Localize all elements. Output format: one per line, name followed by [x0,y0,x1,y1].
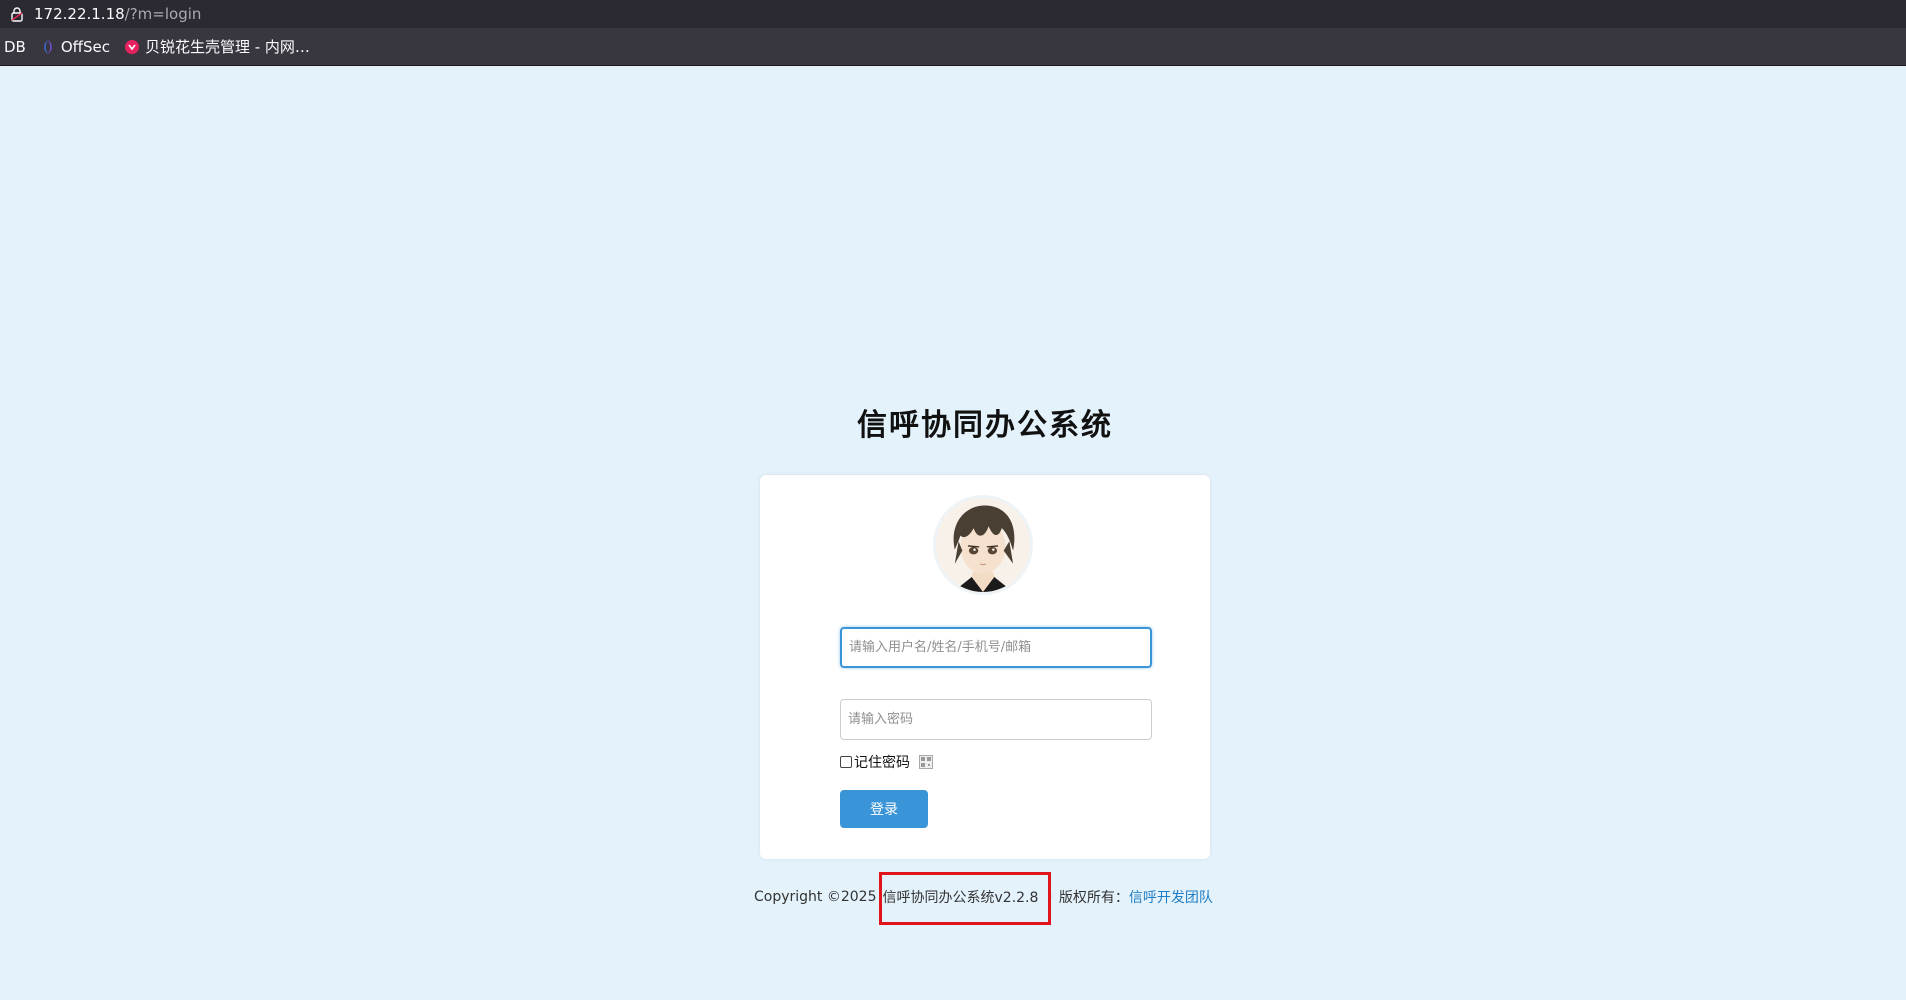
bookmark-label: DB [4,37,26,56]
login-button[interactable]: 登录 [840,790,928,828]
login-card: 记住密码 登录 [760,475,1210,859]
bookmark-db[interactable]: DB [4,38,26,56]
remember-checkbox[interactable] [840,756,852,768]
username-input[interactable] [840,627,1152,668]
bookmarks-toolbar: DB OffSec 贝锐花生壳管理 - 内网… [0,28,1906,66]
password-input[interactable] [840,699,1152,740]
page-title: 信呼协同办公系统 [857,408,1113,443]
url-host: 172.22.1.18 [34,5,125,23]
remember-password[interactable]: 记住密码 [840,752,933,772]
anime-avatar-icon [936,498,1030,592]
offsec-icon [44,39,52,54]
footer-rights-label: 版权所有： [1058,890,1129,906]
bookmark-offsec[interactable]: OffSec [40,38,110,56]
oray-icon [124,39,139,54]
bookmark-oray[interactable]: 贝锐花生壳管理 - 内网… [124,36,310,57]
bookmark-label: 贝锐花生壳管理 - 内网… [144,38,310,56]
qr-code-icon[interactable] [919,755,933,769]
version-highlight-box [879,872,1051,925]
lock-icon[interactable] [9,6,25,22]
team-link[interactable]: 信呼开发团队 [1129,887,1213,907]
url-path: /?m=login [124,5,202,23]
bookmark-label: OffSec [60,37,110,56]
remember-label[interactable]: 记住密码 [854,752,910,772]
address-bar[interactable]: 172.22.1.18/?m=login [0,0,1906,28]
footer-copyright: Copyright ©2025 [754,889,877,905]
avatar [933,495,1033,595]
